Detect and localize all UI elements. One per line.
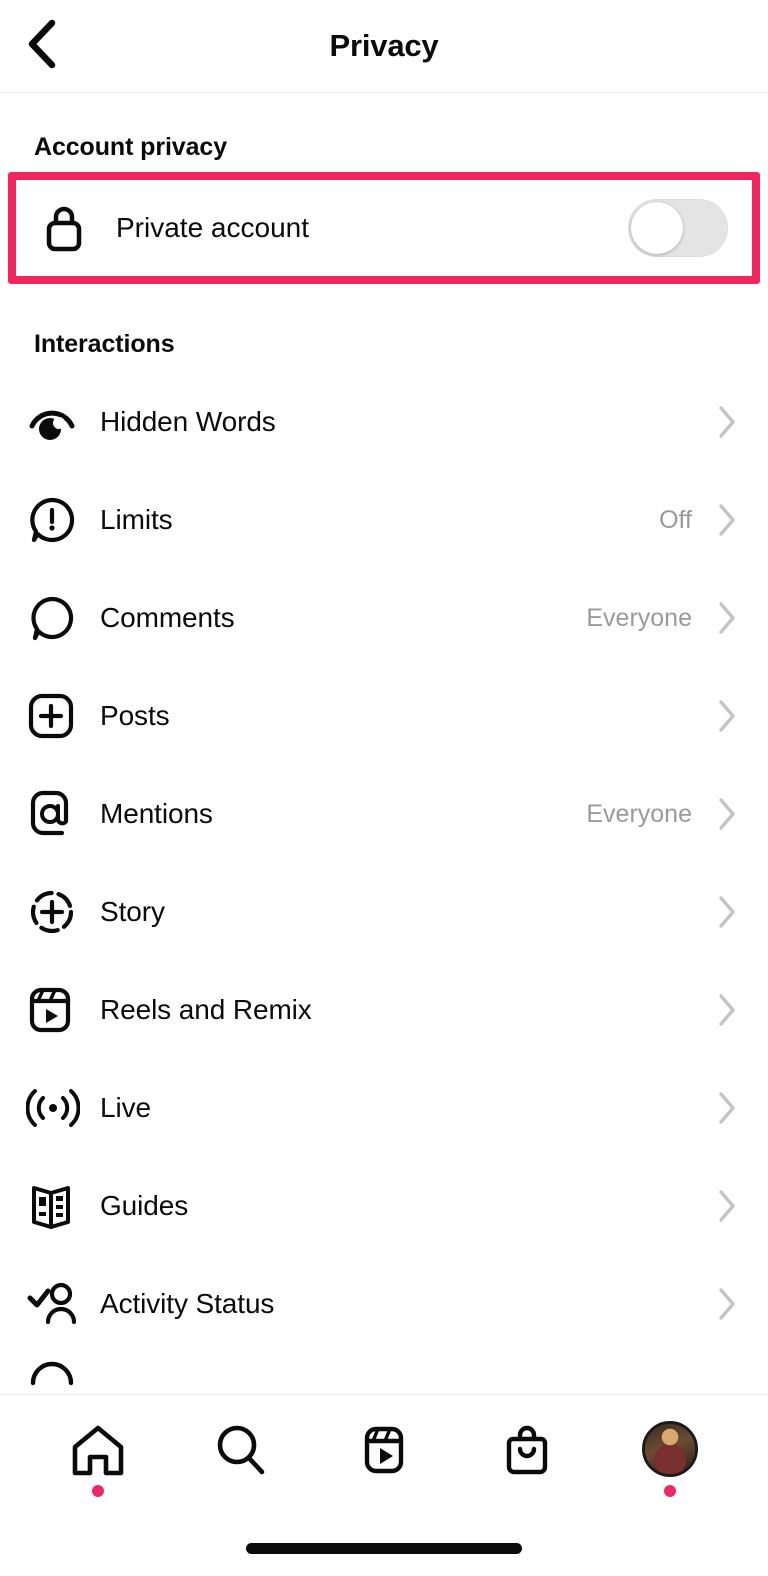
chevron-right-icon [714, 1287, 740, 1321]
activity-status-icon [26, 1280, 88, 1328]
settings-scroll-area[interactable]: Account privacy Private account Interact… [0, 93, 768, 1394]
page-title: Privacy [330, 28, 439, 64]
private-account-toggle[interactable] [628, 199, 728, 257]
limits-alert-icon [26, 494, 88, 546]
row-label-comments: Comments [88, 602, 586, 634]
row-label-reels-and-remix: Reels and Remix [88, 994, 692, 1026]
chevron-left-icon [24, 19, 58, 74]
row-partially-visible[interactable] [0, 1353, 768, 1387]
chevron-right-icon [714, 895, 740, 929]
chevron-right-icon [714, 797, 740, 831]
row-label-live: Live [88, 1092, 692, 1124]
row-label-posts: Posts [88, 700, 692, 732]
row-value-limits: Off [659, 506, 714, 535]
nav-item-profile[interactable] [622, 1421, 718, 1511]
avatar-image [645, 1424, 695, 1474]
nav-item-home[interactable] [50, 1421, 146, 1511]
search-icon [210, 1421, 272, 1486]
at-sign-icon [26, 788, 88, 840]
toggle-knob [631, 202, 683, 254]
home-notification-dot [92, 1485, 104, 1497]
story-plus-icon [26, 886, 88, 938]
back-button[interactable] [10, 15, 72, 77]
nav-item-search[interactable] [193, 1421, 289, 1511]
home-indicator [246, 1543, 522, 1554]
home-icon [67, 1421, 129, 1486]
shop-bag-icon [496, 1421, 558, 1486]
chevron-right-icon [714, 503, 740, 537]
row-live[interactable]: Live [0, 1059, 768, 1157]
row-comments[interactable]: Comments Everyone [0, 569, 768, 667]
chevron-right-icon [714, 993, 740, 1027]
row-hidden-words[interactable]: Hidden Words [0, 373, 768, 471]
comment-bubble-icon [26, 592, 88, 644]
row-activity-status[interactable]: Activity Status [0, 1255, 768, 1353]
screen-header: Privacy [0, 0, 768, 93]
row-value-comments: Everyone [586, 604, 714, 633]
bottom-nav-items [0, 1395, 768, 1515]
chevron-right-icon [714, 1189, 740, 1223]
reels-icon [353, 1421, 415, 1486]
chevron-right-icon [714, 699, 740, 733]
section-title-interactions: Interactions [0, 284, 768, 373]
reels-icon [26, 984, 88, 1036]
chevron-right-icon [714, 405, 740, 439]
row-guides[interactable]: Guides [0, 1157, 768, 1255]
row-mentions[interactable]: Mentions Everyone [0, 765, 768, 863]
interactions-list: Hidden Words Limits Off [0, 373, 768, 1387]
nav-item-reels[interactable] [336, 1421, 432, 1511]
row-label-guides: Guides [88, 1190, 692, 1222]
profile-notification-dot [664, 1485, 676, 1497]
bottom-navigation-bar [0, 1394, 768, 1576]
lock-icon [42, 202, 104, 254]
row-limits[interactable]: Limits Off [0, 471, 768, 569]
plus-square-icon [26, 691, 88, 741]
nav-item-shop[interactable] [479, 1421, 575, 1511]
chevron-right-icon [714, 1091, 740, 1125]
partial-circle-icon [26, 1353, 88, 1387]
row-private-account[interactable]: Private account [16, 180, 752, 276]
row-value-mentions: Everyone [586, 800, 714, 829]
row-label-hidden-words: Hidden Words [88, 406, 692, 438]
row-label-limits: Limits [88, 504, 659, 536]
row-label-private-account: Private account [104, 212, 628, 244]
row-reels-and-remix[interactable]: Reels and Remix [0, 961, 768, 1059]
row-label-activity-status: Activity Status [88, 1288, 692, 1320]
section-title-account-privacy: Account privacy [0, 93, 768, 172]
row-label-story: Story [88, 896, 692, 928]
hidden-words-eye-icon [26, 399, 88, 445]
private-account-highlight-box: Private account [8, 172, 760, 284]
chevron-right-icon [714, 601, 740, 635]
row-label-mentions: Mentions [88, 798, 586, 830]
live-broadcast-icon [26, 1084, 88, 1132]
guides-book-icon [26, 1181, 88, 1231]
privacy-settings-screen: Privacy Account privacy Private account … [0, 0, 768, 1576]
row-story[interactable]: Story [0, 863, 768, 961]
avatar [642, 1421, 698, 1477]
row-posts[interactable]: Posts [0, 667, 768, 765]
